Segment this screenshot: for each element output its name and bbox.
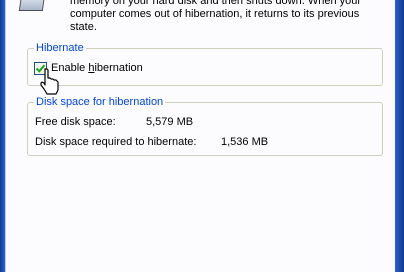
free-disk-space-value: 5,579 MB [146, 116, 194, 128]
hibernate-description: memory on your hard disk and then shuts … [70, 0, 362, 33]
enable-hibernation-label[interactable]: Enable hibernation [51, 62, 143, 75]
hibernate-computer-icon [18, 0, 46, 11]
disk-space-group-legend: Disk space for hibernation [36, 96, 164, 108]
free-disk-space-label: Free disk space: [35, 116, 116, 128]
hand-cursor-icon [40, 68, 59, 95]
window-frame-right [395, 0, 404, 272]
required-disk-space-label: Disk space required to hibernate: [35, 136, 197, 148]
hibernate-group-legend: Hibernate [36, 42, 84, 54]
required-disk-space-value: 1,536 MB [221, 136, 269, 148]
